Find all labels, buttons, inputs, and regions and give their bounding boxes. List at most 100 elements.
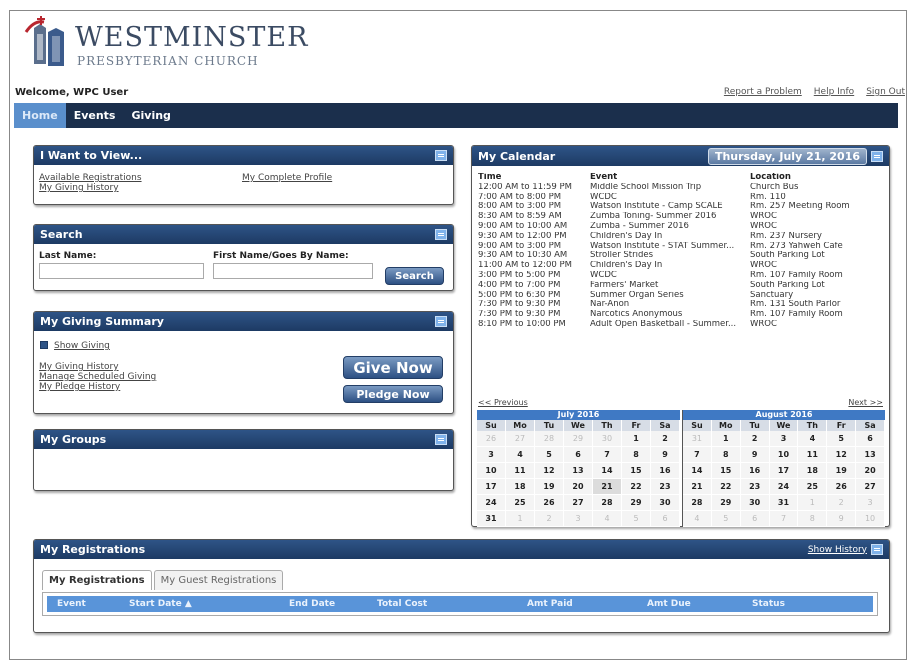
calendar-day[interactable]: 19 <box>535 479 564 495</box>
event-row[interactable]: 7:30 PM to 9:30 PM Nar-Anon Rm. 131 South … <box>478 300 888 310</box>
give-now-button[interactable]: Give Now <box>343 356 443 379</box>
show-history-link[interactable]: Show History <box>808 545 867 555</box>
calendar-day[interactable]: 21 <box>683 479 712 495</box>
calendar-day[interactable]: 30 <box>593 431 622 447</box>
calendar-day[interactable]: 22 <box>622 479 651 495</box>
calendar-day[interactable]: 5 <box>622 511 651 527</box>
calendar-day[interactable]: 29 <box>711 495 741 511</box>
calendar-day[interactable]: 9 <box>651 447 680 463</box>
calendar-day[interactable]: 15 <box>711 463 741 479</box>
calendar-day[interactable]: 28 <box>593 495 622 511</box>
calendar-day[interactable]: 7 <box>683 447 712 463</box>
calendar-day[interactable]: 9 <box>740 447 770 463</box>
calendar-day[interactable]: 10 <box>477 463 506 479</box>
calendar-day[interactable]: 23 <box>740 479 770 495</box>
calendar-day[interactable]: 20 <box>564 479 593 495</box>
nav-tab-events[interactable]: Events <box>66 103 124 128</box>
calendar-day[interactable]: 30 <box>740 495 770 511</box>
calendar-day[interactable]: 8 <box>798 511 828 527</box>
calendar-day[interactable]: 30 <box>651 495 680 511</box>
event-row[interactable]: 3:00 PM to 5:00 PM WCDC Rm. 107 Family Roo… <box>478 271 888 281</box>
calendar-day[interactable]: 28 <box>535 431 564 447</box>
panel-menu-icon[interactable] <box>435 434 447 445</box>
my-complete-profile-link[interactable]: My Complete Profile <box>242 173 332 183</box>
calendar-day[interactable]: 26 <box>827 479 857 495</box>
first-name-input[interactable] <box>213 263 373 279</box>
calendar-day[interactable]: 17 <box>769 463 799 479</box>
calendar-day[interactable]: 10 <box>769 447 799 463</box>
panel-menu-icon[interactable] <box>871 544 883 555</box>
event-row[interactable]: 9:00 AM to 3:00 PM Watson Institute - STA… <box>478 242 888 252</box>
calendar-day[interactable]: 6 <box>740 511 770 527</box>
panel-menu-icon[interactable] <box>435 229 447 240</box>
calendar-day[interactable]: 25 <box>798 479 828 495</box>
calendar-day[interactable]: 1 <box>798 495 828 511</box>
panel-menu-icon[interactable] <box>435 316 447 327</box>
tab-guest-registrations[interactable]: My Guest Registrations <box>153 570 284 590</box>
calendar-day[interactable]: 7 <box>769 511 799 527</box>
calendar-day[interactable]: 31 <box>769 495 799 511</box>
event-row[interactable]: 8:30 AM to 8:59 AM Zumba Toning- Summer 2… <box>478 212 888 222</box>
calendar-day[interactable]: 12 <box>827 447 857 463</box>
calendar-day[interactable]: 31 <box>683 431 712 447</box>
panel-menu-icon[interactable] <box>871 150 883 162</box>
calendar-day[interactable]: 4 <box>593 511 622 527</box>
calendar-day[interactable]: 13 <box>564 463 593 479</box>
calendar-day[interactable]: 6 <box>564 447 593 463</box>
calendar-day[interactable]: 2 <box>827 495 857 511</box>
calendar-day[interactable]: 9 <box>827 511 857 527</box>
calendar-day[interactable]: 13 <box>856 447 885 463</box>
calendar-day[interactable]: 18 <box>506 479 535 495</box>
calendar-day[interactable]: 10 <box>856 511 885 527</box>
manage-scheduled-giving-link[interactable]: Manage Scheduled Giving <box>39 372 156 382</box>
col-start-date[interactable]: Start Date ▲ <box>129 599 192 609</box>
event-row[interactable]: 5:00 PM to 6:30 PM Summer Organ Series San… <box>478 291 888 301</box>
col-status[interactable]: Status <box>752 599 785 609</box>
calendar-day[interactable]: 5 <box>535 447 564 463</box>
available-registrations-link[interactable]: Available Registrations <box>39 173 142 183</box>
calendar-day[interactable]: 2 <box>535 511 564 527</box>
pledge-history-link[interactable]: My Pledge History <box>39 382 120 392</box>
calendar-day[interactable]: 14 <box>593 463 622 479</box>
calendar-day[interactable]: 28 <box>683 495 712 511</box>
calendar-day[interactable]: 17 <box>477 479 506 495</box>
calendar-day[interactable]: 14 <box>683 463 712 479</box>
col-amt-paid[interactable]: Amt Paid <box>527 599 573 609</box>
panel-menu-icon[interactable] <box>435 150 447 161</box>
col-event[interactable]: Event <box>57 599 86 609</box>
show-giving-link[interactable]: Show Giving <box>54 341 110 351</box>
report-problem-link[interactable]: Report a Problem <box>724 87 802 97</box>
calendar-day[interactable]: 2 <box>651 431 680 447</box>
calendar-day[interactable]: 1 <box>622 431 651 447</box>
col-end-date[interactable]: End Date <box>289 599 335 609</box>
col-total-cost[interactable]: Total Cost <box>377 599 427 609</box>
event-row[interactable]: 8:00 AM to 3:00 PM Watson Institute - Cam… <box>478 202 888 212</box>
pledge-now-button[interactable]: Pledge Now <box>343 385 443 403</box>
calendar-day[interactable]: 29 <box>622 495 651 511</box>
calendar-day[interactable]: 3 <box>564 511 593 527</box>
giving-history-link[interactable]: My Giving History <box>39 362 119 372</box>
event-row[interactable]: 8:10 PM to 10:00 PM Adult Open Basketball… <box>478 320 888 330</box>
event-row[interactable]: 4:00 PM to 7:00 PM Farmers' Market South P… <box>478 281 888 291</box>
calendar-day[interactable]: 1 <box>506 511 535 527</box>
event-row[interactable]: 7:00 AM to 8:00 PM WCDC Rm. 110 <box>478 193 888 203</box>
calendar-day[interactable]: 18 <box>798 463 828 479</box>
calendar-day[interactable]: 19 <box>827 463 857 479</box>
calendar-day[interactable]: 24 <box>477 495 506 511</box>
calendar-previous-link[interactable]: << Previous <box>478 398 528 407</box>
last-name-input[interactable] <box>39 263 204 279</box>
col-amt-due[interactable]: Amt Due <box>647 599 691 609</box>
calendar-day[interactable]: 26 <box>535 495 564 511</box>
help-info-link[interactable]: Help Info <box>814 87 854 97</box>
calendar-day[interactable]: 7 <box>593 447 622 463</box>
calendar-day[interactable]: 8 <box>711 447 741 463</box>
calendar-day[interactable]: 31 <box>477 511 506 527</box>
calendar-day[interactable]: 25 <box>506 495 535 511</box>
tab-my-registrations[interactable]: My Registrations <box>42 570 152 590</box>
calendar-date[interactable]: Thursday, July 21, 2016 <box>707 147 867 165</box>
calendar-day[interactable]: 16 <box>740 463 770 479</box>
calendar-day[interactable]: 4 <box>683 511 712 527</box>
calendar-day[interactable]: 27 <box>564 495 593 511</box>
event-row[interactable]: 9:30 AM to 10:30 AM Stroller Strides South… <box>478 251 888 261</box>
event-row[interactable]: 9:30 AM to 12:00 PM Children's Day In Rm. … <box>478 232 888 242</box>
